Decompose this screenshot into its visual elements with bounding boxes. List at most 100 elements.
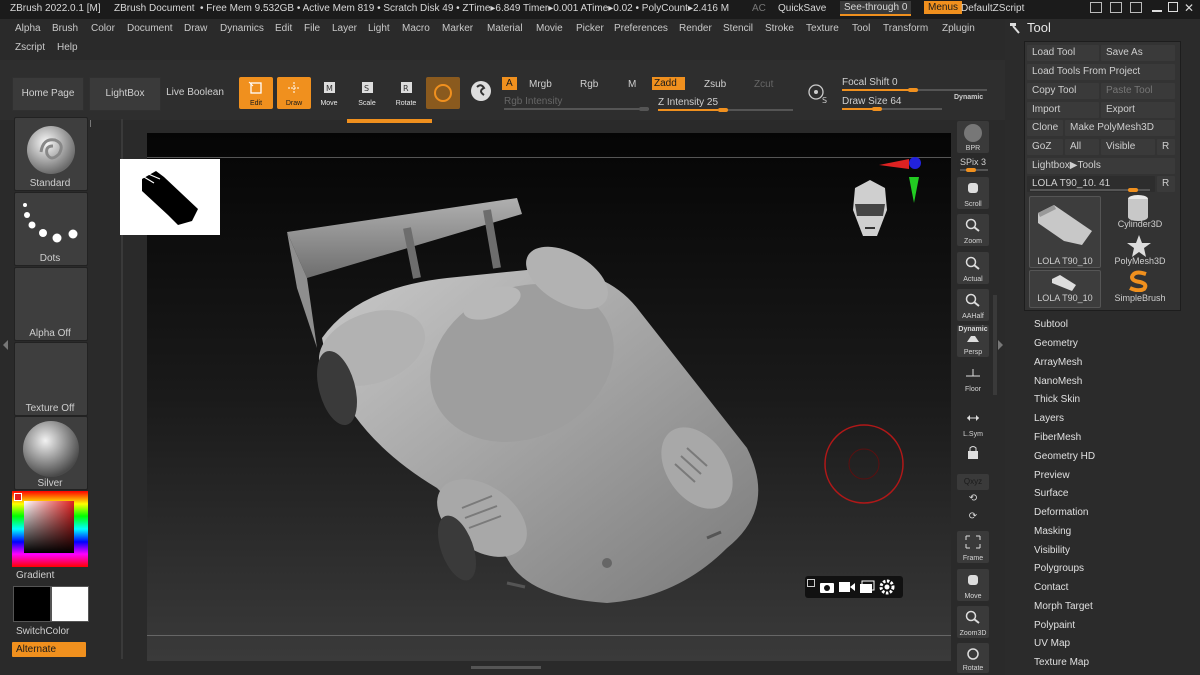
menu-preferences[interactable]: Preferences (614, 23, 668, 34)
z-intensity-slider[interactable] (658, 108, 793, 112)
rotate-button[interactable]: R Rotate (389, 77, 423, 109)
menu-stencil[interactable]: Stencil (723, 23, 753, 34)
section-morph-target[interactable]: Morph Target (1034, 601, 1093, 612)
rotate-y-icon[interactable]: ⟲ (957, 493, 989, 509)
menu-document[interactable]: Document (127, 23, 173, 34)
move-button[interactable]: M Move (312, 77, 346, 109)
menu-marker[interactable]: Marker (442, 23, 473, 34)
alternate-button[interactable]: Alternate (12, 642, 86, 657)
minimize-icon[interactable] (1152, 10, 1162, 12)
current-tool-r-button[interactable]: R (1157, 176, 1175, 192)
import-button[interactable]: Import (1027, 102, 1099, 118)
collapse-right-icon[interactable] (998, 340, 1003, 350)
gizmo-button[interactable] (426, 77, 460, 109)
spix-slider[interactable] (960, 168, 988, 172)
color-square[interactable] (24, 501, 74, 553)
clone-button[interactable]: Clone (1027, 120, 1063, 136)
layout-icon[interactable] (1090, 2, 1102, 13)
menu-light[interactable]: Light (368, 23, 390, 34)
section-deformation[interactable]: Deformation (1034, 507, 1088, 518)
polymesh3d-star-icon[interactable] (1126, 234, 1152, 258)
section-uv-map[interactable]: UV Map (1034, 638, 1070, 649)
draw-button[interactable]: Draw (277, 77, 311, 109)
close-icon[interactable]: ✕ (1184, 1, 1194, 15)
section-surface[interactable]: Surface (1034, 488, 1068, 499)
persp-button[interactable]: Dynamic Persp (957, 325, 989, 357)
section-nanomesh[interactable]: NanoMesh (1034, 376, 1082, 387)
move-view-button[interactable]: Move (957, 569, 989, 601)
sculptris-pro-icon[interactable] (470, 80, 492, 102)
menu-draw[interactable]: Draw (184, 23, 207, 34)
simplebrush-s-icon[interactable] (1126, 270, 1152, 292)
export-button[interactable]: Export (1101, 102, 1175, 118)
floor-button[interactable]: Floor (957, 362, 989, 394)
lightbox-tools-button[interactable]: Lightbox▶Tools (1027, 158, 1175, 174)
rgb-intensity-slider[interactable] (504, 107, 649, 111)
menu-brush[interactable]: Brush (52, 23, 78, 34)
section-arraymesh[interactable]: ArrayMesh (1034, 357, 1082, 368)
menu-zscript[interactable]: Zscript (15, 42, 45, 53)
rotate-view-button[interactable]: Rotate (957, 643, 989, 673)
menu-movie[interactable]: Movie (536, 23, 563, 34)
focal-shift-slider[interactable] (842, 88, 987, 92)
menu-transform[interactable]: Transform (883, 23, 928, 34)
menu-help[interactable]: Help (57, 42, 78, 53)
head-navigator[interactable] (847, 178, 893, 240)
right-scrollbar[interactable] (993, 295, 997, 395)
gradient-label[interactable]: Gradient (16, 570, 54, 581)
race-car-model[interactable] (277, 188, 897, 608)
section-geometry[interactable]: Geometry (1034, 338, 1078, 349)
edit-button[interactable]: Edit (239, 77, 273, 109)
a-button[interactable]: A (502, 77, 517, 90)
section-preview[interactable]: Preview (1034, 470, 1070, 481)
menu-tool[interactable]: Tool (852, 23, 870, 34)
quicksave-button[interactable]: QuickSave (778, 3, 826, 14)
section-polygroups[interactable]: Polygroups (1034, 563, 1084, 574)
lock-button[interactable] (957, 441, 989, 473)
menu-color[interactable]: Color (91, 23, 115, 34)
lsym-button[interactable]: L.Sym (957, 407, 989, 439)
layers-icon[interactable] (859, 580, 875, 594)
collapse-left-icon[interactable] (3, 340, 8, 350)
see-through-slider[interactable]: See-through 0 (840, 1, 912, 16)
lightbox-button[interactable]: LightBox (89, 77, 161, 111)
section-contact[interactable]: Contact (1034, 582, 1068, 593)
canvas-viewport[interactable] (120, 119, 951, 669)
section-visibility[interactable]: Visibility (1034, 545, 1070, 556)
section-subtool[interactable]: Subtool (1034, 319, 1068, 330)
menu-render[interactable]: Render (679, 23, 712, 34)
live-boolean-button[interactable]: Live Boolean (162, 77, 228, 109)
window-icon[interactable] (1110, 2, 1122, 13)
menu-dynamics[interactable]: Dynamics (220, 23, 264, 34)
tool-title[interactable]: Tool (1027, 20, 1051, 35)
zoom3d-button[interactable]: Zoom3D (957, 606, 989, 638)
section-masking[interactable]: Masking (1034, 526, 1071, 537)
rotate-z-icon[interactable]: ⟳ (957, 511, 989, 527)
bottom-scroll-handle[interactable] (471, 666, 541, 669)
menu-stroke[interactable]: Stroke (765, 23, 794, 34)
goz-visible-button[interactable]: Visible (1101, 139, 1155, 155)
menu-zplugin[interactable]: Zplugin (942, 23, 975, 34)
zadd-button[interactable]: Zadd (652, 77, 685, 90)
home-page-button[interactable]: Home Page (12, 77, 84, 111)
video-icon[interactable] (839, 581, 855, 593)
camera-icon[interactable] (819, 580, 835, 594)
menu-file[interactable]: File (304, 23, 320, 34)
copy-tool-button[interactable]: Copy Tool (1027, 83, 1099, 99)
zcut-button[interactable]: Zcut (754, 79, 773, 90)
panel-icon[interactable] (1130, 2, 1142, 13)
frame-button[interactable]: Frame (957, 531, 989, 563)
menu-macro[interactable]: Macro (402, 23, 430, 34)
section-geometry-hd[interactable]: Geometry HD (1034, 451, 1095, 462)
bpr-button[interactable]: BPR (957, 121, 989, 153)
zsub-button[interactable]: Zsub (704, 79, 726, 90)
aahalf-button[interactable]: AAHalf (957, 289, 989, 321)
main-color-swatch[interactable] (51, 586, 89, 622)
z-intensity-label[interactable]: Z Intensity 25 (658, 97, 718, 108)
section-polypaint[interactable]: Polypaint (1034, 620, 1075, 631)
small-square-icon[interactable] (807, 579, 815, 587)
menu-picker[interactable]: Picker (576, 23, 604, 34)
paste-tool-button[interactable]: Paste Tool (1101, 83, 1175, 99)
save-as-button[interactable]: Save As (1101, 45, 1175, 61)
draw-size-slider[interactable] (842, 107, 942, 111)
